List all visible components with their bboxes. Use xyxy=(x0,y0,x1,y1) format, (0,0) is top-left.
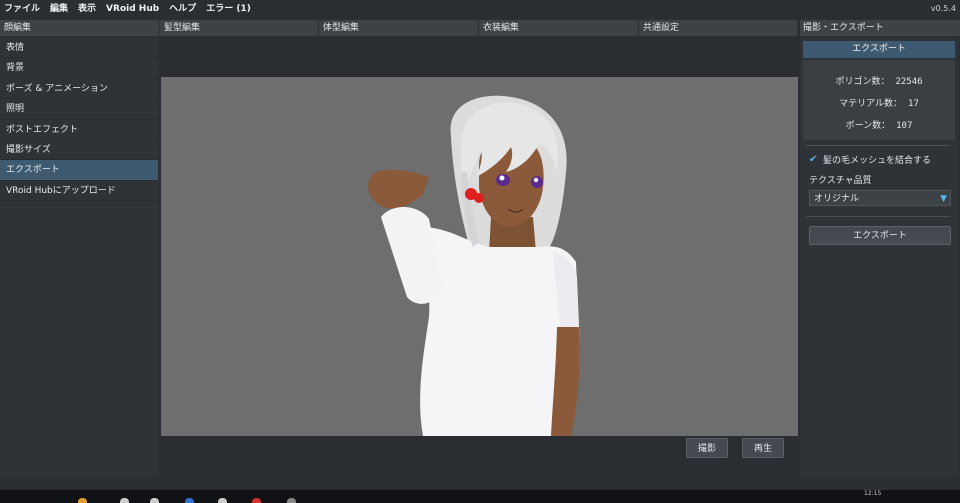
version-label: v0.5.4 xyxy=(930,4,956,13)
merge-hair-label: 髪の毛メッシュを結合する xyxy=(823,155,932,166)
play-button[interactable]: 再生 xyxy=(742,438,784,458)
shoot-button[interactable]: 撮影 xyxy=(686,438,728,458)
taskbar xyxy=(0,490,960,503)
bone-count: ボーン数： 107 xyxy=(845,121,913,131)
export-button[interactable]: エクスポート xyxy=(809,226,951,245)
polygon-count: ポリゴン数： 22546 xyxy=(835,77,923,87)
merge-hair-row[interactable]: ✔ 髪の毛メッシュを結合する xyxy=(809,152,931,166)
tab-common-settings[interactable]: 共通設定 xyxy=(639,20,798,36)
texture-quality-value: オリジナル xyxy=(814,194,860,204)
character-model-image xyxy=(368,95,580,436)
chevron-down-icon: ▼ xyxy=(940,194,947,204)
menu-bar: ファイル 編集 表示 VRoid Hub ヘルプ エラー (1) xyxy=(0,0,960,18)
texture-quality-select[interactable]: オリジナル ▼ xyxy=(809,190,951,206)
menu-edit[interactable]: 編集 xyxy=(45,0,73,18)
taskbar-app-icon[interactable] xyxy=(218,498,227,503)
menu-error[interactable]: エラー (1) xyxy=(201,0,256,18)
menu-view[interactable]: 表示 xyxy=(73,0,101,18)
menu-file[interactable]: ファイル xyxy=(0,0,45,18)
taskbar-app-icon[interactable] xyxy=(185,498,194,503)
sidebar-item-background[interactable]: 背景 xyxy=(0,58,158,79)
texture-quality-label: テクスチャ品質 xyxy=(809,176,872,186)
taskbar-app-icon[interactable] xyxy=(120,498,129,503)
menu-vroid-hub[interactable]: VRoid Hub xyxy=(101,0,164,18)
sidebar-item-export[interactable]: エクスポート xyxy=(0,160,158,181)
tab-body[interactable]: 体型編集 xyxy=(319,20,479,36)
right-panel-title: 撮影・エクスポート xyxy=(800,20,960,36)
material-count: マテリアル数： 17 xyxy=(839,99,919,109)
sidebar-item-pose-animation[interactable]: ポーズ & アニメーション xyxy=(0,78,158,100)
divider xyxy=(806,145,950,146)
merge-hair-checkbox[interactable]: ✔ xyxy=(809,154,818,164)
model-stats: ポリゴン数： 22546 マテリアル数： 17 ボーン数： 107 xyxy=(803,60,955,140)
sidebar-item-shooting-size[interactable]: 撮影サイズ xyxy=(0,139,158,161)
sidebar-item-vroid-hub-upload[interactable]: VRoid Hubにアップロード xyxy=(0,180,158,202)
model-viewport[interactable] xyxy=(161,77,798,436)
taskbar-app-icon[interactable] xyxy=(287,498,296,503)
sidebar-item-post-effect[interactable]: ポストエフェクト xyxy=(0,119,158,140)
taskbar-app-icon[interactable] xyxy=(150,498,159,503)
taskbar-app-icon[interactable] xyxy=(78,498,87,503)
tab-face[interactable]: 顔編集 xyxy=(0,20,160,36)
taskbar-clock: 12:15 xyxy=(864,490,882,497)
menu-help[interactable]: ヘルプ xyxy=(164,0,201,18)
divider xyxy=(806,216,950,217)
taskbar-app-icon[interactable] xyxy=(252,498,261,503)
export-panel-header: エクスポート xyxy=(803,41,955,58)
sidebar: 表情 背景 ポーズ & アニメーション 照明 ポストエフェクト 撮影サイズ エク… xyxy=(0,38,158,476)
editor-tab-bar: 顔編集 髪型編集 体型編集 衣装編集 共通設定 xyxy=(0,20,798,36)
tab-outfit[interactable]: 衣装編集 xyxy=(479,20,639,36)
sidebar-item-lighting[interactable]: 照明 xyxy=(0,99,158,120)
tab-hair[interactable]: 髪型編集 xyxy=(160,20,319,36)
sidebar-item-expression[interactable]: 表情 xyxy=(0,38,158,59)
